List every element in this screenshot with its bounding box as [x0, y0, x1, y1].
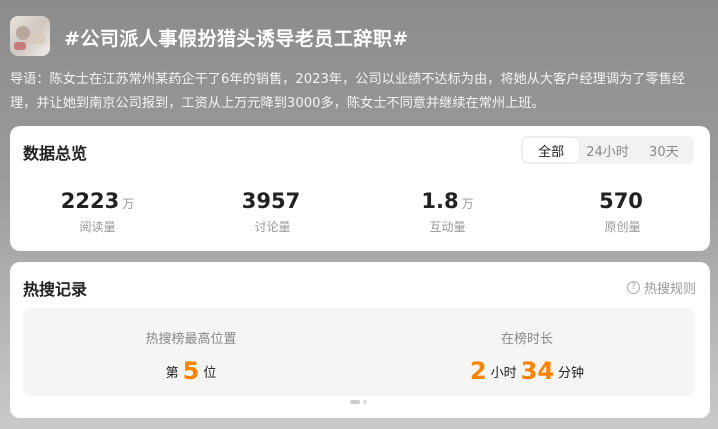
stat-label: 互动量 — [429, 220, 466, 234]
peak-suffix: 位 — [203, 366, 217, 381]
hot-search-rules-link[interactable]: ? 热搜规则 — [626, 278, 696, 297]
peak-caption: 热搜榜最高位置 — [145, 332, 237, 347]
overview-card: 数据总览 全部 24小时 30天 2223 万 阅读量 3957 讨论量 1.8 万… — [10, 126, 710, 251]
question-circle-icon: ? — [626, 281, 640, 294]
topic-thumbnail[interactable] — [10, 16, 50, 56]
stat-value: 1.8 — [421, 189, 459, 213]
stat-discussions: 3957 讨论量 — [185, 188, 360, 235]
tab-24h[interactable]: 24小时 — [579, 138, 635, 162]
duration-hours-unit: 小时 — [490, 366, 517, 381]
carousel-indicator[interactable] — [350, 400, 367, 404]
hot-search-title: 热搜记录 — [23, 280, 88, 299]
peak-prefix: 第 — [165, 366, 179, 381]
peak-value: 5 — [182, 357, 200, 385]
hot-search-card: 热搜记录 ? 热搜规则 热搜榜最高位置 第5位 在榜时长 2 小时 34 分钟 — [10, 262, 710, 418]
topic-lead: 导语：陈女士在江苏常州某药企干了6年的销售，2023年，公司以业绩不达标为由，将… — [10, 72, 685, 111]
duration-minutes: 34 — [520, 357, 555, 385]
stat-unit: 万 — [461, 197, 474, 211]
duration-minutes-unit: 分钟 — [558, 366, 585, 381]
topic-title: #公司派人事假扮猎头诱导老员工辞职# — [64, 28, 409, 50]
stat-value: 3957 — [241, 189, 301, 213]
stat-value: 570 — [599, 189, 643, 213]
carousel-dot — [363, 400, 367, 404]
carousel-dot-active — [350, 400, 360, 404]
tab-30d[interactable]: 30天 — [636, 138, 692, 162]
stat-label: 原创量 — [604, 220, 641, 234]
stat-interactions: 1.8 万 互动量 — [360, 188, 535, 235]
stat-unit: 万 — [122, 197, 135, 211]
stats-row: 2223 万 阅读量 3957 讨论量 1.8 万 互动量 570 原创量 — [10, 188, 710, 235]
stat-value: 2223 — [60, 189, 120, 213]
rules-label: 热搜规则 — [643, 282, 696, 297]
duration-hours: 2 — [469, 357, 487, 385]
peak-position: 热搜榜最高位置 第5位 — [23, 308, 359, 396]
stat-originals: 570 原创量 — [535, 188, 710, 235]
time-on-list: 在榜时长 2 小时 34 分钟 — [359, 308, 695, 396]
hot-search-record-panel: 热搜榜最高位置 第5位 在榜时长 2 小时 34 分钟 — [23, 308, 695, 396]
stat-reads: 2223 万 阅读量 — [10, 188, 185, 235]
topic-header: #公司派人事假扮猎头诱导老员工辞职# 导语：陈女士在江苏常州某药企干了6年的销售… — [0, 0, 718, 126]
stat-label: 阅读量 — [79, 220, 116, 234]
stat-label: 讨论量 — [254, 220, 291, 234]
overview-title: 数据总览 — [23, 144, 88, 163]
duration-caption: 在榜时长 — [500, 332, 553, 347]
tab-all[interactable]: 全部 — [523, 138, 580, 162]
time-range-tabs: 全部 24小时 30天 — [521, 136, 694, 164]
